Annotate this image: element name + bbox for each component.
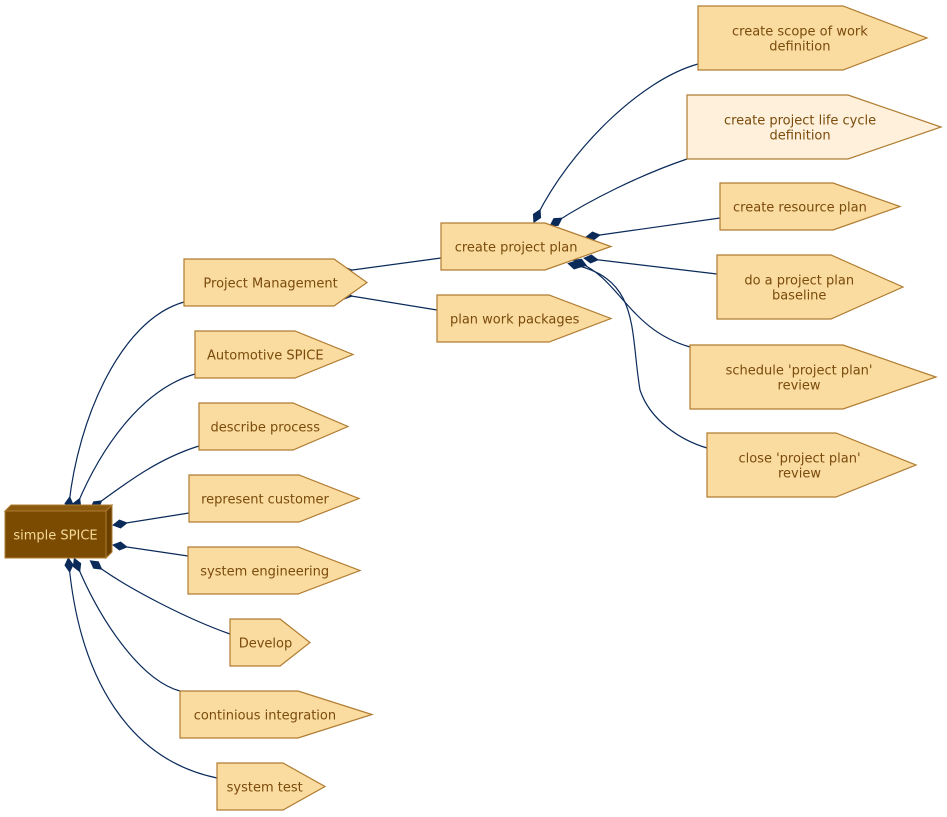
node-label: create project life cycle [724,114,876,129]
edge-create-resource-plan [592,217,721,237]
edges-layer [64,63,721,779]
aggregation-diamond-icon [532,208,542,224]
node-describe-process[interactable]: describe process [198,402,350,451]
node-label: system engineering [200,565,329,580]
node-label: create resource plan [733,201,867,216]
edge-do-a-project-plan-baseline [590,258,718,275]
aggregation-diamond-icon [112,519,128,529]
edge-plan-work-packages [344,294,438,311]
node-label: create project plan [455,241,578,256]
node-create-project-life-cycle-definition[interactable]: create project life cycledefinition [686,94,943,160]
node-label: system test [227,781,303,796]
edge-create-project-plan [344,257,442,272]
node-label: Project Management [203,277,337,292]
node-continious-integration[interactable]: continious integration [179,690,374,739]
node-develop[interactable]: Develop [229,618,311,667]
node-label: definition [769,129,830,144]
edge-continious-integration [76,564,181,692]
node-label: do a project plan [744,274,854,289]
node-create-project-plan[interactable]: create project plan [440,222,613,271]
process-diagram: simple SPICE Project Management Automotive… [3,5,943,811]
node-do-a-project-plan-baseline[interactable]: do a project planbaseline [716,254,905,320]
node-label: describe process [211,421,321,436]
aggregation-diamond-icon [89,560,103,570]
node-label: plan work packages [450,313,580,328]
node-label: Develop [239,637,293,652]
edge-describe-process [95,445,200,506]
node-label: schedule 'project plan' [726,364,873,379]
node-label: definition [769,40,830,55]
node-create-scope-of-work-definition[interactable]: create scope of workdefinition [697,5,929,71]
node-label: create scope of work [732,25,868,40]
edge-close-project-plan-review [574,264,708,449]
edge-create-scope-of-work-definition [536,63,699,217]
node-represent-customer[interactable]: represent customer [188,474,361,523]
node-label: Automotive SPICE [207,349,324,364]
edge-system-engineering [119,545,189,557]
aggregation-diamond-icon [64,557,74,573]
node-system-engineering[interactable]: system engineering [187,546,362,595]
root-node-simple-spice[interactable]: simple SPICE [3,503,114,560]
edge-create-project-life-cycle-definition [555,158,688,223]
edge-schedule-project-plan-review [579,262,691,348]
node-label: close 'project plan' [738,452,860,467]
edge-system-test [68,564,218,779]
node-label: review [778,467,821,482]
nodes-layer: simple SPICE Project Management Automotive… [3,5,943,811]
node-plan-work-packages[interactable]: plan work packages [436,294,613,343]
node-label: review [778,379,821,394]
node-system-test[interactable]: system test [216,762,327,811]
node-close-project-plan-review[interactable]: close 'project plan'review [706,432,918,498]
edge-represent-customer [119,512,190,525]
edge-automotive-spice [76,373,196,506]
aggregation-diamond-icon [112,541,128,551]
node-automotive-spice[interactable]: Automotive SPICE [194,330,355,379]
root-node-label: simple SPICE [13,529,97,544]
node-label: continious integration [194,709,336,724]
node-label: represent customer [201,493,329,508]
edge-project-management [68,301,185,505]
node-project-management[interactable]: Project Management [183,258,369,307]
node-create-resource-plan[interactable]: create resource plan [719,182,902,231]
node-schedule-project-plan-review[interactable]: schedule 'project plan'review [689,344,938,410]
node-label: baseline [772,289,826,304]
